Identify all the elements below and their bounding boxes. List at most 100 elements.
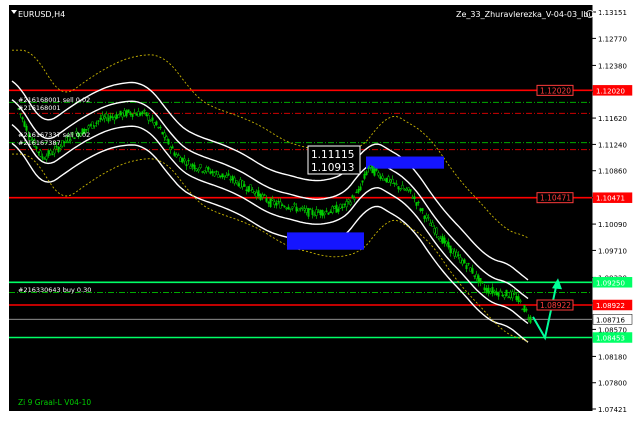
candle-body: [457, 254, 460, 256]
candle-body: [521, 308, 524, 311]
candle-body: [437, 236, 440, 239]
footer-label: Zi 9 Graal-L V04-10: [18, 398, 91, 407]
candle-body: [265, 198, 268, 202]
candle-body: [51, 153, 54, 156]
candle-body: [393, 182, 396, 184]
candle-body: [465, 265, 468, 270]
candle-body: [161, 131, 164, 135]
zone-box: [287, 232, 364, 250]
candle-body: [257, 190, 260, 197]
candle-body: [35, 146, 38, 149]
candle-body: [317, 211, 320, 213]
candle-body: [191, 163, 194, 167]
candle-body: [515, 296, 518, 301]
candle-body: [435, 227, 438, 235]
axis-price-label: 1.08922: [596, 302, 625, 310]
candle-body: [259, 193, 262, 200]
candle-body: [301, 206, 304, 209]
candle-body: [43, 158, 46, 160]
candle-body: [135, 113, 138, 116]
candle-body: [431, 222, 434, 227]
candle-body: [401, 184, 404, 189]
candle-body: [239, 179, 242, 188]
candle-body: [343, 203, 346, 206]
candle-body: [309, 208, 312, 211]
candle-body: [485, 288, 488, 292]
candle-body: [503, 294, 506, 298]
candle-body: [195, 168, 198, 171]
candle-body: [247, 186, 250, 193]
candle-body: [351, 195, 354, 199]
candle-body: [525, 309, 528, 311]
candle-body: [341, 206, 344, 209]
candle-body: [399, 188, 402, 191]
candle-body: [433, 228, 436, 234]
candle-body: [215, 170, 218, 173]
candle-body: [453, 250, 456, 257]
candle-body: [93, 124, 96, 127]
candle-body: [49, 150, 52, 155]
candle-body: [491, 287, 494, 294]
candle-body: [249, 184, 252, 191]
candle-body: [219, 175, 222, 177]
candle-body: [331, 206, 334, 213]
axis-price-label: 1.09250: [596, 279, 625, 287]
candle-body: [133, 112, 136, 114]
candle-body: [21, 117, 24, 120]
y-tick-label: 1.12380: [598, 62, 627, 70]
candle-body: [527, 317, 530, 319]
candle-body: [165, 136, 168, 141]
candle-body: [245, 189, 248, 191]
candle-body: [179, 157, 182, 162]
candle-body: [91, 121, 94, 129]
candle-body: [163, 132, 166, 138]
candle-body: [365, 171, 368, 176]
axis-price-label: 1.10471: [596, 195, 625, 203]
candle-body: [495, 291, 498, 296]
candle-body: [233, 177, 236, 184]
candle-body: [469, 267, 472, 272]
candle-body: [25, 125, 28, 131]
candle-body: [417, 201, 420, 204]
candle-body: [297, 208, 300, 212]
candle-body: [255, 192, 258, 198]
candle-body: [211, 170, 214, 173]
level-tag: 1.08922: [540, 301, 571, 310]
candle-body: [319, 209, 322, 216]
candle-body: [243, 184, 246, 187]
candle-body: [327, 212, 330, 215]
candle-body: [167, 139, 170, 145]
candle-body: [475, 273, 478, 279]
candle-body: [159, 126, 162, 129]
candle-body: [403, 188, 406, 191]
candle-body: [477, 275, 480, 284]
chart-svg: 1.131511.127701.123801.120001.116201.112…: [9, 5, 633, 414]
candle-body: [273, 201, 276, 205]
candle-body: [329, 211, 332, 214]
candle-body: [427, 217, 430, 219]
candle-body: [397, 186, 400, 190]
candle-body: [221, 173, 224, 178]
candle-body: [517, 296, 520, 302]
candle-body: [139, 112, 142, 116]
candle-body: [389, 179, 392, 183]
candle-body: [213, 172, 216, 177]
candle-body: [169, 147, 172, 151]
candle-body: [489, 291, 492, 294]
candle-body: [383, 179, 386, 181]
candle-body: [225, 175, 228, 178]
candle-body: [69, 139, 72, 141]
candle-body: [201, 171, 204, 173]
candle-body: [117, 114, 120, 119]
candle-body: [425, 214, 428, 219]
candle-body: [361, 180, 364, 183]
candle-body: [143, 109, 146, 112]
candle-body: [109, 115, 112, 119]
candle-body: [127, 109, 130, 113]
price-callout-1: 1.11115: [311, 149, 354, 161]
candle-body: [271, 198, 274, 201]
candle-body: [293, 203, 296, 205]
candle-body: [187, 159, 190, 162]
candle-body: [507, 296, 510, 299]
candle-body: [279, 201, 282, 209]
